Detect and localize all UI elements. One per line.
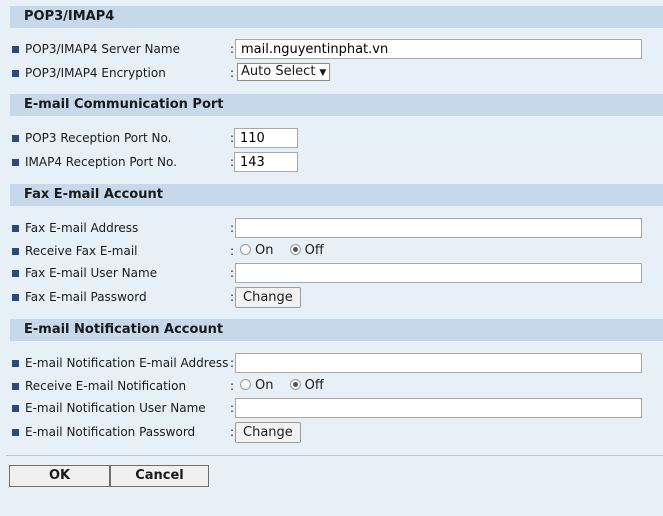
square-bullet-icon	[12, 294, 19, 301]
cancel-button[interactable]: Cancel	[110, 465, 209, 487]
fax-address-input[interactable]	[235, 218, 642, 238]
row-fax-receive: Receive Fax E-mail : On Off	[12, 241, 652, 263]
square-bullet-icon	[12, 46, 19, 53]
square-bullet-icon	[12, 70, 19, 77]
colon: :	[230, 356, 235, 370]
row-notify-password: E-mail Notification Password : Change	[12, 422, 652, 444]
pop3-port-input[interactable]: 110	[234, 128, 298, 148]
square-bullet-icon	[12, 135, 19, 142]
row-notify-receive: Receive E-mail Notification : On Off	[12, 376, 652, 398]
notify-username-label: E-mail Notification User Name	[25, 401, 206, 415]
divider	[6, 455, 663, 456]
fax-address-label: Fax E-mail Address	[25, 221, 139, 235]
section-header-pop3: POP3/IMAP4	[10, 6, 663, 28]
notify-receive-radio-group: On Off	[240, 378, 336, 393]
imap4-port-input[interactable]: 143	[234, 152, 298, 172]
colon: :	[230, 290, 235, 304]
colon: :	[230, 425, 235, 439]
square-bullet-icon	[12, 248, 19, 255]
row-fax-password: Fax E-mail Password : Change	[12, 287, 652, 309]
square-bullet-icon	[12, 383, 19, 390]
square-bullet-icon	[12, 405, 19, 412]
server-name-input[interactable]: mail.nguyentinphat.vn	[235, 39, 642, 59]
colon: :	[230, 66, 235, 80]
row-fax-username: Fax E-mail User Name :	[12, 263, 652, 285]
fax-receive-off-label: Off	[304, 243, 324, 258]
square-bullet-icon	[12, 360, 19, 367]
notify-receive-off-label: Off	[304, 378, 324, 393]
row-pop3-port: POP3 Reception Port No. : 110	[12, 128, 652, 150]
colon: :	[230, 244, 235, 258]
colon: :	[230, 221, 235, 235]
row-imap4-port: IMAP4 Reception Port No. : 143	[12, 152, 652, 174]
notify-address-label: E-mail Notification E-mail Address	[25, 356, 229, 370]
fax-receive-off-radio[interactable]	[289, 244, 301, 255]
fax-username-label: Fax E-mail User Name	[25, 266, 158, 280]
colon: :	[230, 401, 235, 415]
notify-receive-off-radio[interactable]	[289, 379, 301, 390]
notify-receive-on-label: On	[255, 378, 274, 393]
row-server-name: POP3/IMAP4 Server Name : mail.nguyentinp…	[12, 39, 652, 61]
notify-receive-on-radio[interactable]	[240, 379, 251, 390]
square-bullet-icon	[12, 225, 19, 232]
row-fax-address: Fax E-mail Address :	[12, 218, 652, 240]
server-name-label: POP3/IMAP4 Server Name	[25, 42, 180, 56]
fax-password-change-button[interactable]: Change	[235, 287, 301, 308]
section-header-notification: E-mail Notification Account	[10, 319, 663, 341]
square-bullet-icon	[12, 159, 19, 166]
ok-button[interactable]: OK	[9, 465, 110, 487]
fax-receive-on-radio[interactable]	[240, 244, 251, 255]
square-bullet-icon	[12, 429, 19, 436]
dropdown-arrow-icon: ▼	[319, 68, 327, 78]
fax-receive-on-label: On	[255, 243, 274, 258]
notify-password-change-button[interactable]: Change	[235, 422, 301, 443]
notify-username-input[interactable]	[235, 398, 642, 418]
colon: :	[230, 379, 235, 393]
imap4-port-label: IMAP4 Reception Port No.	[25, 155, 177, 169]
notify-address-input[interactable]	[235, 353, 642, 373]
fax-receive-radio-group: On Off	[240, 243, 336, 258]
section-header-fax: Fax E-mail Account	[10, 184, 663, 206]
section-header-ports: E-mail Communication Port	[10, 94, 663, 116]
fax-password-label: Fax E-mail Password	[25, 290, 147, 304]
row-notify-username: E-mail Notification User Name :	[12, 398, 652, 420]
colon: :	[230, 266, 235, 280]
fax-receive-label: Receive Fax E-mail	[25, 244, 138, 258]
notify-password-label: E-mail Notification Password	[25, 425, 196, 439]
row-notify-address: E-mail Notification E-mail Address :	[12, 353, 652, 375]
row-encryption: POP3/IMAP4 Encryption : Auto Select ▼	[12, 63, 652, 85]
colon: :	[230, 42, 235, 56]
encryption-label: POP3/IMAP4 Encryption	[25, 66, 166, 80]
encryption-select[interactable]: Auto Select ▼	[237, 63, 331, 81]
square-bullet-icon	[12, 270, 19, 277]
fax-username-input[interactable]	[235, 263, 642, 283]
notify-receive-label: Receive E-mail Notification	[25, 379, 187, 393]
settings-page: POP3/IMAP4 POP3/IMAP4 Server Name : mail…	[0, 0, 663, 516]
pop3-port-label: POP3 Reception Port No.	[25, 131, 172, 145]
encryption-select-value: Auto Select	[241, 64, 316, 79]
